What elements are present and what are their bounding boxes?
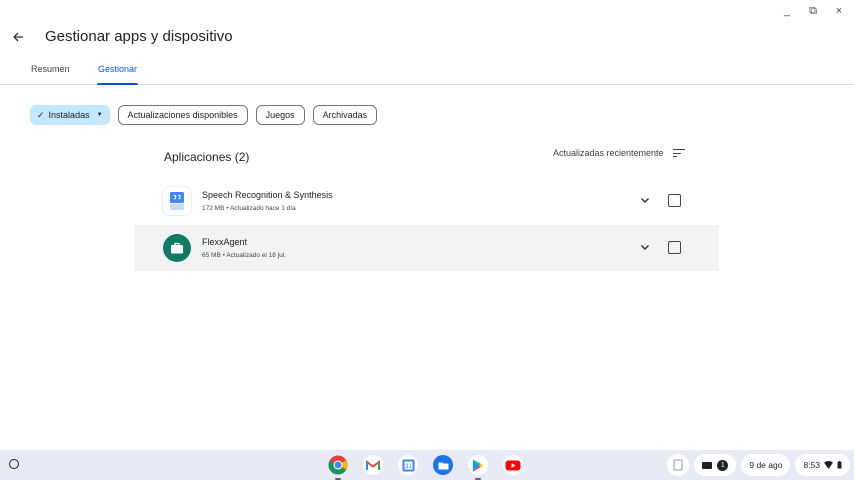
app-updated: Actualizado el 18 jul.	[226, 252, 286, 259]
list-title: Aplicaciones (2)	[164, 150, 250, 164]
status-tray: 1 9 de ago 8:53	[667, 454, 850, 476]
svg-text:31: 31	[405, 464, 412, 470]
chip-archivadas[interactable]: Archivadas	[312, 105, 378, 125]
back-button[interactable]	[8, 26, 28, 48]
tab-gestionar[interactable]: Gestionar	[98, 64, 137, 85]
notification-pill[interactable]: 1	[694, 454, 737, 476]
briefcase-icon	[163, 234, 191, 262]
app-meta: 172 MB • Actualizado hace 1 día	[202, 205, 296, 212]
window-controls: _ ⧉ ×	[780, 4, 846, 18]
screen-capture-icon	[702, 461, 713, 469]
app-name: Speech Recognition & Synthesis	[202, 190, 333, 200]
chevron-down-icon[interactable]	[639, 241, 651, 253]
speech-services-icon	[163, 187, 191, 215]
check-icon: ✓	[37, 110, 45, 120]
app-checkbox[interactable]	[668, 194, 681, 207]
calendar-icon[interactable]: 31	[398, 455, 418, 475]
tote-icon[interactable]	[667, 454, 690, 476]
notification-count: 1	[717, 459, 729, 471]
app-row[interactable]: FlexxAgent 65 MB • Actualizado el 18 jul…	[134, 225, 719, 271]
chip-juegos[interactable]: Juegos	[255, 105, 305, 125]
clock-pill[interactable]: 8:53	[795, 454, 850, 476]
app-name: FlexxAgent	[202, 237, 248, 247]
app-row[interactable]: Speech Recognition & Synthesis 172 MB • …	[134, 178, 719, 224]
header: Gestionar apps y dispositivo	[0, 26, 854, 50]
minimize-button[interactable]: _	[780, 4, 794, 18]
close-button[interactable]: ×	[832, 4, 846, 18]
date-pill[interactable]: 9 de ago	[741, 454, 791, 476]
maximize-button[interactable]: ⧉	[806, 4, 820, 18]
pinned-apps: 31	[328, 455, 523, 480]
chevron-down-icon[interactable]	[639, 194, 651, 206]
app-updated: Actualizado hace 1 día	[229, 205, 296, 212]
caret-down-icon: ▼	[96, 112, 103, 118]
tab-indicator	[97, 83, 138, 85]
chip-label: Instaladas	[48, 110, 90, 120]
tab-resumen[interactable]: Resumen	[31, 64, 70, 85]
chrome-icon[interactable]	[328, 455, 348, 480]
play-store-window: _ ⧉ × Gestionar apps y dispositivo Resum…	[0, 0, 854, 450]
page-title: Gestionar apps y dispositivo	[45, 28, 233, 45]
youtube-icon[interactable]	[503, 455, 523, 475]
tab-bar: Resumen Gestionar	[0, 60, 854, 85]
clock-time: 8:53	[803, 460, 820, 470]
launcher-button[interactable]	[9, 459, 19, 469]
shelf: 31 1 9 de ago 8:53	[0, 450, 854, 480]
chip-actualizaciones[interactable]: Actualizaciones disponibles	[117, 105, 248, 125]
battery-icon	[837, 461, 842, 469]
app-size: 65 MB	[202, 252, 221, 259]
sort-button[interactable]: Actualizadas recientemente	[553, 148, 685, 158]
filter-chips: ✓ Instaladas ▼ Actualizaciones disponibl…	[30, 105, 378, 125]
app-meta: 65 MB • Actualizado el 18 jul.	[202, 252, 286, 259]
arrow-back-icon	[13, 32, 23, 42]
app-checkbox[interactable]	[668, 241, 681, 254]
sort-label: Actualizadas recientemente	[553, 148, 664, 158]
chip-instaladas[interactable]: ✓ Instaladas ▼	[30, 105, 110, 125]
files-icon[interactable]	[433, 455, 453, 475]
play-store-icon[interactable]	[468, 455, 488, 480]
wifi-icon	[824, 461, 833, 469]
gmail-icon[interactable]	[363, 455, 383, 475]
sort-icon	[672, 148, 685, 158]
app-size: 172 MB	[202, 205, 225, 212]
